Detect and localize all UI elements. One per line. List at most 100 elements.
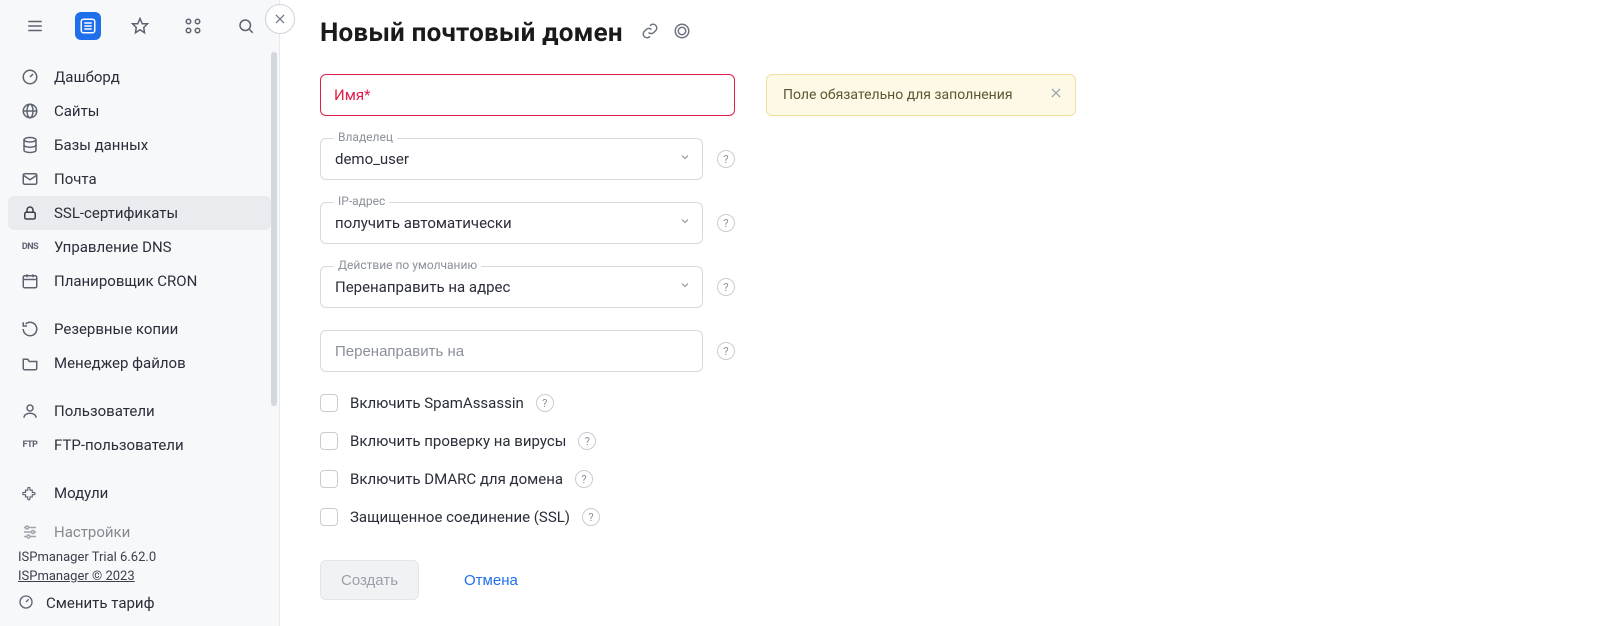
scrollbar-track <box>271 52 277 506</box>
version-text: ISPmanager Trial 6.62.0 <box>18 550 261 565</box>
sidebar-item-2[interactable]: Базы данных <box>8 128 271 162</box>
redirect-help-icon[interactable]: ? <box>717 342 735 360</box>
change-tariff-label: Сменить тариф <box>46 594 154 612</box>
mail-icon <box>20 169 40 189</box>
sidebar-item-label: Дашборд <box>54 68 120 86</box>
toast-close-icon[interactable] <box>1049 86 1063 104</box>
gauge-icon <box>20 67 40 87</box>
close-panel-button[interactable] <box>265 4 295 34</box>
globe-icon <box>20 101 40 121</box>
checkbox-1[interactable] <box>320 432 338 450</box>
check-row-2: Включить DMARC для домена? <box>320 470 735 488</box>
ftp-icon: FTP <box>20 435 40 455</box>
owner-label: Владелец <box>334 130 397 144</box>
gauge-small-icon <box>18 594 36 612</box>
search-icon[interactable] <box>232 12 259 40</box>
info-icon[interactable] <box>673 22 691 44</box>
sidebar-item-14[interactable]: Модули <box>8 476 271 510</box>
owner-select[interactable]: demo_user <box>320 138 703 180</box>
copyright-link[interactable]: ISPmanager © 2023 <box>18 569 261 584</box>
check-label: Включить SpamAssassin <box>350 394 524 412</box>
ip-help-icon[interactable]: ? <box>717 214 735 232</box>
name-input[interactable] <box>320 74 735 116</box>
user-icon <box>20 401 40 421</box>
ip-value: получить автоматически <box>335 214 512 232</box>
checkbox-0[interactable] <box>320 394 338 412</box>
sidebar-item-6[interactable]: Планировщик CRON <box>8 264 271 298</box>
name-field[interactable]: Имя* <box>320 74 735 116</box>
sidebar-item-4[interactable]: SSL-сертификаты <box>8 196 271 230</box>
modules-top-icon[interactable] <box>180 12 207 40</box>
check-help-icon-1[interactable]: ? <box>578 432 596 450</box>
sidebar-item-3[interactable]: Почта <box>8 162 271 196</box>
lock-icon <box>20 203 40 223</box>
required-toast: Поле обязательно для заполнения <box>766 74 1076 116</box>
sidebar-item-label: FTP-пользователи <box>54 436 184 454</box>
check-help-icon-3[interactable]: ? <box>582 508 600 526</box>
sidebar: Дашборд Сайты Базы данных Почта SSL-сертифик… <box>0 0 280 626</box>
sidebar-item-label: Базы данных <box>54 136 148 154</box>
default-action-label: Действие по умолчанию <box>334 258 481 272</box>
menu-icon[interactable] <box>22 12 49 40</box>
default-action-field[interactable]: Действие по умолчанию Перенаправить на а… <box>320 266 703 308</box>
sidebar-item-11[interactable]: Пользователи <box>8 394 271 428</box>
default-action-value: Перенаправить на адрес <box>335 278 510 296</box>
sidebar-item-label: SSL-сертификаты <box>54 204 178 222</box>
refresh-icon <box>20 319 40 339</box>
link-icon[interactable] <box>641 22 659 44</box>
sidebar-item-label: Модули <box>54 484 108 502</box>
form-actions: Создать Отмена <box>320 560 735 600</box>
ip-field[interactable]: IP-адрес получить автоматически <box>320 202 703 244</box>
sidebar-item-label: Почта <box>54 170 97 188</box>
sidebar-item-12[interactable]: FTP FTP-пользователи <box>8 428 271 462</box>
sidebar-item-9[interactable]: Менеджер файлов <box>8 346 271 380</box>
puzzle-icon <box>20 483 40 503</box>
sidebar-item-label: Пользователи <box>54 402 155 420</box>
sidebar-item-label: Менеджер файлов <box>54 354 186 372</box>
page-header: Новый почтовый домен <box>320 18 1560 48</box>
cancel-button[interactable]: Отмена <box>443 560 539 600</box>
check-row-0: Включить SpamAssassin? <box>320 394 735 412</box>
check-help-icon-2[interactable]: ? <box>575 470 593 488</box>
owner-field[interactable]: Владелец demo_user <box>320 138 703 180</box>
header-actions <box>641 22 691 44</box>
sidebar-item-16[interactable]: Настройки <box>8 524 271 540</box>
redirect-input[interactable] <box>320 330 703 372</box>
sidebar-item-8[interactable]: Резервные копии <box>8 312 271 346</box>
page-title: Новый почтовый домен <box>320 18 623 48</box>
sidebar-item-1[interactable]: Сайты <box>8 94 271 128</box>
check-label: Защищенное соединение (SSL) <box>350 508 570 526</box>
dns-icon: DNS <box>20 237 40 257</box>
sidebar-footer: ISPmanager Trial 6.62.0 ISPmanager © 202… <box>0 540 279 626</box>
default-action-help-icon[interactable]: ? <box>717 278 735 296</box>
check-row-3: Защищенное соединение (SSL)? <box>320 508 735 526</box>
calendar-icon <box>20 271 40 291</box>
ip-label: IP-адрес <box>334 194 389 208</box>
check-label: Включить проверку на вирусы <box>350 432 566 450</box>
database-icon <box>20 135 40 155</box>
main: Новый почтовый домен Имя* Поле обязатель… <box>280 0 1600 626</box>
star-icon[interactable] <box>127 12 154 40</box>
sliders-icon <box>20 524 40 540</box>
create-button[interactable]: Создать <box>320 560 419 600</box>
top-toolbar <box>0 0 279 52</box>
owner-value: demo_user <box>335 150 409 168</box>
sidebar-item-0[interactable]: Дашборд <box>8 60 271 94</box>
check-row-1: Включить проверку на вирусы? <box>320 432 735 450</box>
sidebar-item-5[interactable]: DNS Управление DNS <box>8 230 271 264</box>
redirect-field[interactable] <box>320 330 703 372</box>
default-action-select[interactable]: Перенаправить на адрес <box>320 266 703 308</box>
scrollbar-thumb[interactable] <box>271 52 277 406</box>
sidebar-item-label: Планировщик CRON <box>54 272 197 290</box>
sidebar-item-label: Сайты <box>54 102 99 120</box>
checkbox-2[interactable] <box>320 470 338 488</box>
check-help-icon-0[interactable]: ? <box>536 394 554 412</box>
checkbox-3[interactable] <box>320 508 338 526</box>
ip-select[interactable]: получить автоматически <box>320 202 703 244</box>
change-tariff-link[interactable]: Сменить тариф <box>18 594 261 612</box>
owner-help-icon[interactable]: ? <box>717 150 735 168</box>
sidebar-item-label: Управление DNS <box>54 238 172 256</box>
list-icon[interactable] <box>75 12 102 40</box>
form: Имя* Поле обязательно для заполнения Вла… <box>320 74 735 600</box>
sidebar-item-label: Резервные копии <box>54 320 178 338</box>
